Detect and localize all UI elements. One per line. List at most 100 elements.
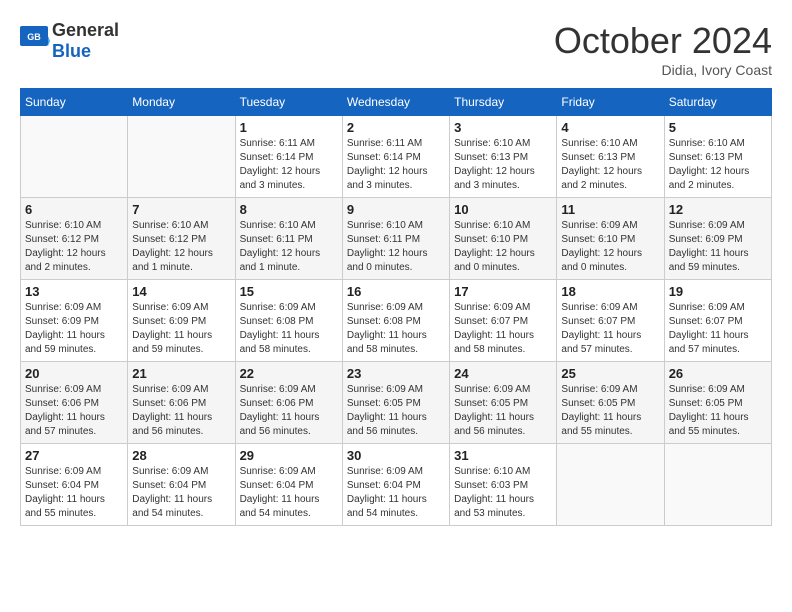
title-block: October 2024 Didia, Ivory Coast [554,20,772,78]
calendar-cell: 11 Sunrise: 6:09 AM Sunset: 6:10 PM Dayli… [557,198,664,280]
calendar-cell: 3Sunrise: 6:10 AM Sunset: 6:13 PM Daylig… [450,116,557,198]
day-number: 16 [347,284,445,299]
day-number: 8 [240,202,338,217]
calendar-cell: 30Sunrise: 6:09 AM Sunset: 6:04 PM Dayli… [342,444,449,526]
weekday-header: Wednesday [342,89,449,116]
day-number: 19 [669,284,767,299]
page-header: GB General Blue October 2024 Didia, Ivor… [20,20,772,78]
day-number: 30 [347,448,445,463]
weekday-header-row: SundayMondayTuesdayWednesdayThursdayFrid… [21,89,772,116]
logo-blue: Blue [52,41,91,61]
day-number: 2 [347,120,445,135]
day-info: Sunrise: 6:09 AM Sunset: 6:07 PM Dayligh… [669,301,767,357]
day-number: 17 [454,284,552,299]
weekday-header: Saturday [664,89,771,116]
calendar-cell: 6 Sunrise: 6:10 AM Sunset: 6:12 PM Daylig… [21,198,128,280]
day-number: 22 [240,366,338,381]
day-number: 4 [561,120,659,135]
day-number: 25 [561,366,659,381]
calendar-cell: 4Sunrise: 6:10 AM Sunset: 6:13 PM Daylig… [557,116,664,198]
calendar-cell: 9 Sunrise: 6:10 AM Sunset: 6:11 PM Daylig… [342,198,449,280]
day-info: Sunrise: 6:09 AM Sunset: 6:06 PM Dayligh… [240,383,338,439]
day-info: Sunrise: 6:09 AM Sunset: 6:07 PM Dayligh… [454,301,552,357]
day-number: 28 [132,448,230,463]
day-info: Sunrise: 6:09 AM Sunset: 6:05 PM Dayligh… [669,383,767,439]
day-info: Sunrise: 6:09 AM Sunset: 6:09 PM Dayligh… [132,301,230,357]
calendar-week-row: 20 Sunrise: 6:09 AM Sunset: 6:06 PM Dayli… [21,362,772,444]
day-info: Sunrise: 6:09 AM Sunset: 6:04 PM Dayligh… [25,465,123,521]
day-info: Sunrise: 6:10 AM Sunset: 6:13 PM Dayligh… [669,137,767,193]
weekday-header: Friday [557,89,664,116]
calendar-cell [128,116,235,198]
day-number: 31 [454,448,552,463]
day-info: Sunrise: 6:11 AM Sunset: 6:14 PM Dayligh… [240,137,338,193]
day-info: Sunrise: 6:09 AM Sunset: 6:04 PM Dayligh… [132,465,230,521]
calendar-cell: 12 Sunrise: 6:09 AM Sunset: 6:09 PM Dayli… [664,198,771,280]
calendar-cell: 14 Sunrise: 6:09 AM Sunset: 6:09 PM Dayli… [128,280,235,362]
day-info: Sunrise: 6:11 AM Sunset: 6:14 PM Dayligh… [347,137,445,193]
day-info: Sunrise: 6:09 AM Sunset: 6:06 PM Dayligh… [25,383,123,439]
day-number: 18 [561,284,659,299]
calendar-cell: 13 Sunrise: 6:09 AM Sunset: 6:09 PM Dayli… [21,280,128,362]
calendar-cell: 10Sunrise: 6:10 AM Sunset: 6:10 PM Dayli… [450,198,557,280]
day-number: 9 [347,202,445,217]
day-number: 21 [132,366,230,381]
day-number: 5 [669,120,767,135]
calendar-cell: 31Sunrise: 6:10 AM Sunset: 6:03 PM Dayli… [450,444,557,526]
day-number: 29 [240,448,338,463]
day-info: Sunrise: 6:09 AM Sunset: 6:08 PM Dayligh… [240,301,338,357]
calendar-cell: 1 Sunrise: 6:11 AM Sunset: 6:14 PM Daylig… [235,116,342,198]
calendar-cell: 20 Sunrise: 6:09 AM Sunset: 6:06 PM Dayli… [21,362,128,444]
day-number: 13 [25,284,123,299]
calendar-cell: 19 Sunrise: 6:09 AM Sunset: 6:07 PM Dayli… [664,280,771,362]
calendar-cell: 26Sunrise: 6:09 AM Sunset: 6:05 PM Dayli… [664,362,771,444]
calendar-week-row: 6 Sunrise: 6:10 AM Sunset: 6:12 PM Daylig… [21,198,772,280]
day-number: 20 [25,366,123,381]
svg-text:GB: GB [27,32,41,42]
day-number: 27 [25,448,123,463]
day-info: Sunrise: 6:09 AM Sunset: 6:09 PM Dayligh… [25,301,123,357]
weekday-header: Monday [128,89,235,116]
calendar-week-row: 27 Sunrise: 6:09 AM Sunset: 6:04 PM Dayli… [21,444,772,526]
day-info: Sunrise: 6:10 AM Sunset: 6:10 PM Dayligh… [454,219,552,275]
day-number: 24 [454,366,552,381]
day-info: Sunrise: 6:09 AM Sunset: 6:05 PM Dayligh… [347,383,445,439]
day-info: Sunrise: 6:09 AM Sunset: 6:04 PM Dayligh… [240,465,338,521]
month-title: October 2024 [554,20,772,62]
calendar-cell [557,444,664,526]
calendar-cell: 21 Sunrise: 6:09 AM Sunset: 6:06 PM Dayli… [128,362,235,444]
day-info: Sunrise: 6:10 AM Sunset: 6:11 PM Dayligh… [347,219,445,275]
calendar-cell [21,116,128,198]
day-number: 6 [25,202,123,217]
day-info: Sunrise: 6:09 AM Sunset: 6:06 PM Dayligh… [132,383,230,439]
weekday-header: Tuesday [235,89,342,116]
logo-general: General [52,20,119,40]
day-info: Sunrise: 6:09 AM Sunset: 6:07 PM Dayligh… [561,301,659,357]
calendar-cell: 7Sunrise: 6:10 AM Sunset: 6:12 PM Daylig… [128,198,235,280]
day-info: Sunrise: 6:09 AM Sunset: 6:05 PM Dayligh… [561,383,659,439]
day-info: Sunrise: 6:09 AM Sunset: 6:05 PM Dayligh… [454,383,552,439]
day-number: 3 [454,120,552,135]
calendar-cell: 15Sunrise: 6:09 AM Sunset: 6:08 PM Dayli… [235,280,342,362]
day-number: 14 [132,284,230,299]
day-info: Sunrise: 6:09 AM Sunset: 6:08 PM Dayligh… [347,301,445,357]
calendar-cell: 27 Sunrise: 6:09 AM Sunset: 6:04 PM Dayli… [21,444,128,526]
day-info: Sunrise: 6:09 AM Sunset: 6:09 PM Dayligh… [669,219,767,275]
day-info: Sunrise: 6:09 AM Sunset: 6:10 PM Dayligh… [561,219,659,275]
day-number: 1 [240,120,338,135]
day-number: 23 [347,366,445,381]
day-info: Sunrise: 6:10 AM Sunset: 6:12 PM Dayligh… [25,219,123,275]
calendar-cell: 18 Sunrise: 6:09 AM Sunset: 6:07 PM Dayli… [557,280,664,362]
day-number: 11 [561,202,659,217]
calendar-cell: 29 Sunrise: 6:09 AM Sunset: 6:04 PM Dayli… [235,444,342,526]
day-number: 7 [132,202,230,217]
calendar-cell: 8Sunrise: 6:10 AM Sunset: 6:11 PM Daylig… [235,198,342,280]
calendar-week-row: 1 Sunrise: 6:11 AM Sunset: 6:14 PM Daylig… [21,116,772,198]
day-number: 12 [669,202,767,217]
calendar-cell: 22 Sunrise: 6:09 AM Sunset: 6:06 PM Dayli… [235,362,342,444]
weekday-header: Thursday [450,89,557,116]
calendar-cell: 2 Sunrise: 6:11 AM Sunset: 6:14 PM Daylig… [342,116,449,198]
calendar-cell: 25 Sunrise: 6:09 AM Sunset: 6:05 PM Dayli… [557,362,664,444]
logo: GB General Blue [20,20,119,62]
weekday-header: Sunday [21,89,128,116]
